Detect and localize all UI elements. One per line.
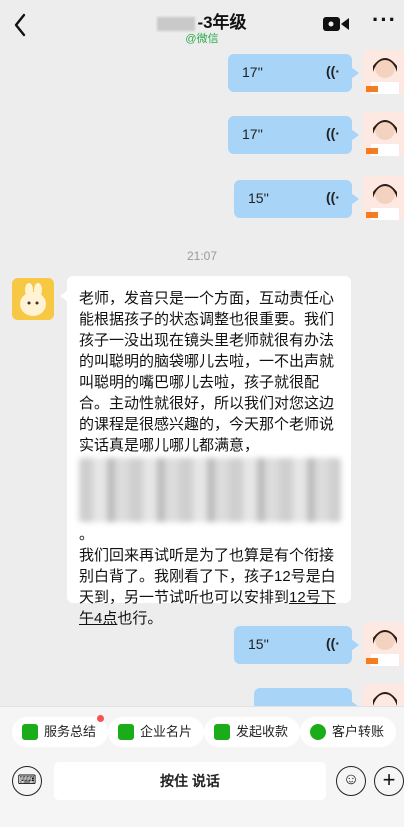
input-bar: ⌨ 按住 说话 ☺ +	[0, 756, 404, 827]
notification-dot	[97, 715, 105, 722]
message-row: 15'' ((·	[0, 622, 404, 670]
avatar[interactable]	[12, 278, 54, 320]
chat-header: -3年级 @微信 ···	[0, 0, 404, 50]
voice-duration: 15''	[248, 190, 269, 206]
voice-duration: 15''	[248, 636, 269, 652]
voice-wave-icon: ((·	[326, 63, 340, 79]
summary-icon	[22, 724, 38, 740]
voice-message-bubble[interactable]: 17'' ((·	[228, 116, 359, 154]
request-payment-button[interactable]: 发起收款	[204, 717, 301, 747]
avatar[interactable]	[363, 50, 404, 94]
voice-duration: 17''	[242, 126, 263, 142]
more-icon[interactable]: ···	[372, 9, 400, 34]
video-call-icon[interactable]	[322, 15, 350, 33]
message-text: 老师，发音只是一个方面，互动责任心能根据孩子的状态调整也很重要。我们孩子一没出现…	[79, 290, 335, 454]
yuan-icon	[214, 724, 230, 740]
message-timestamp: 21:07	[186, 249, 218, 263]
avatar[interactable]	[363, 684, 404, 706]
customer-transfer-button[interactable]: 客户转账	[300, 717, 397, 747]
message-row: 17'' ((·	[0, 112, 404, 160]
keyboard-icon[interactable]: ⌨	[12, 766, 42, 796]
emoji-icon[interactable]: ☺	[336, 766, 366, 796]
quick-actions-bar: 服务总结 企业名片 发起收款 客户转账	[0, 706, 404, 756]
service-summary-button[interactable]: 服务总结	[12, 715, 109, 747]
voice-message-bubble[interactable]: 15'' ((·	[234, 180, 359, 218]
card-icon	[118, 724, 134, 740]
message-row: 17'' ((·	[0, 50, 404, 98]
text-message-bubble[interactable]: 老师，发音只是一个方面，互动责任心能根据孩子的状态调整也很重要。我们孩子一没出现…	[60, 276, 351, 627]
hold-to-talk-button[interactable]: 按住 说话	[54, 762, 326, 800]
redacted-text	[79, 458, 341, 522]
plus-icon[interactable]: +	[374, 766, 404, 796]
voice-wave-icon: ((·	[326, 189, 340, 205]
voice-message-bubble[interactable]: 17'' ((·	[228, 54, 359, 92]
avatar[interactable]	[363, 622, 404, 666]
voice-wave-icon: ((·	[326, 635, 340, 651]
redacted-name	[157, 16, 196, 31]
avatar[interactable]	[363, 112, 404, 156]
message-row: 15'' ((·	[0, 176, 404, 224]
message-text: 。	[79, 526, 95, 543]
voice-duration: 17''	[242, 64, 263, 80]
voice-wave-icon: ((·	[326, 125, 340, 141]
voice-message-bubble[interactable]	[254, 688, 359, 706]
voice-message-bubble[interactable]: 15'' ((·	[234, 626, 359, 664]
message-row	[0, 684, 404, 706]
message-text: 我们回来再试听是为了也算是有个衔接别白背了。我刚看了下，孩子12号是白天到，另一…	[79, 547, 336, 627]
avatar[interactable]	[363, 176, 404, 220]
business-card-button[interactable]: 企业名片	[108, 717, 205, 747]
transfer-icon	[310, 724, 326, 740]
